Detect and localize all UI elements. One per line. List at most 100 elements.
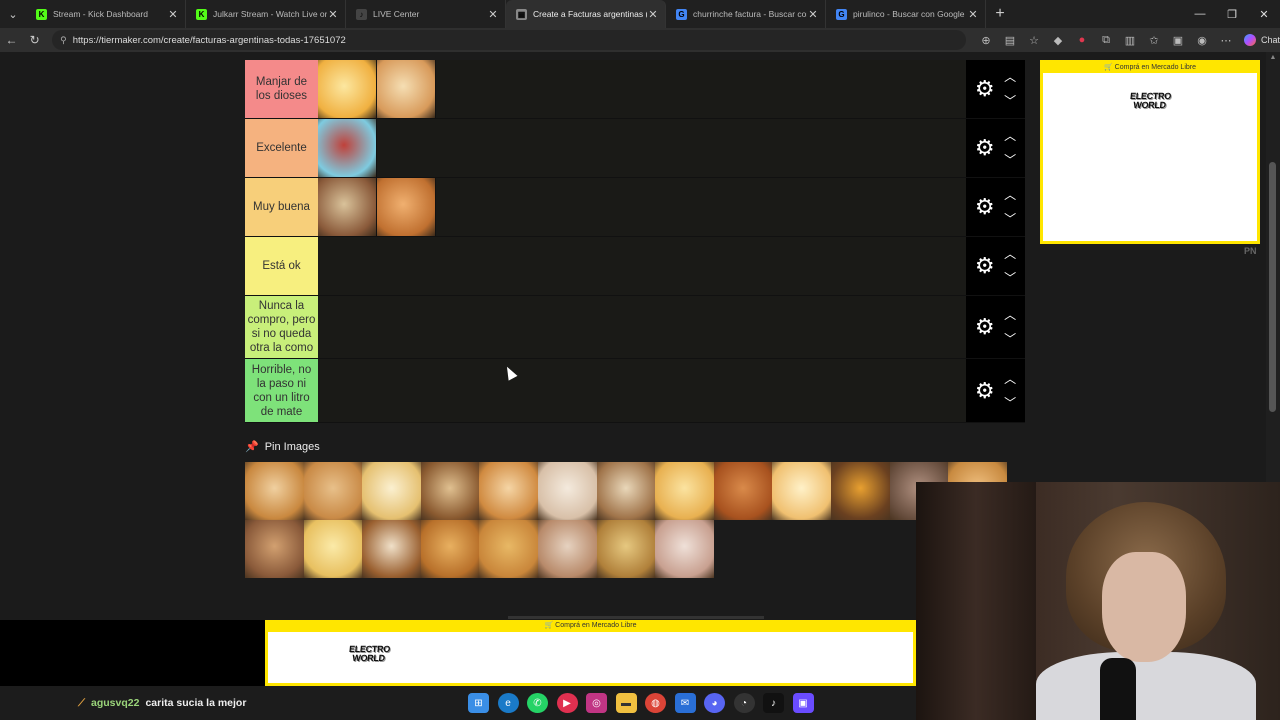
chevron-up-icon[interactable]: ︿: [1004, 248, 1016, 260]
edge-icon[interactable]: e: [497, 693, 519, 713]
tier-label[interactable]: Nunca la compro, pero si no queda otra l…: [245, 296, 318, 358]
profile-icon[interactable]: ◉: [1190, 34, 1214, 47]
browser-tab[interactable]: ♪ LIVE Center ✕: [346, 0, 506, 28]
pool-factura-image[interactable]: [245, 520, 304, 578]
tier-items-dropzone[interactable]: [318, 119, 966, 177]
pool-factura-image[interactable]: [362, 462, 421, 520]
pool-factura-image[interactable]: [713, 462, 773, 520]
copilot-chat-button[interactable]: Chat: [1244, 34, 1280, 46]
factura-image[interactable]: [377, 178, 436, 236]
browser-tab[interactable]: Gpirulinco - Buscar con Google ✕: [826, 0, 986, 28]
chevron-up-icon[interactable]: ︿: [1004, 309, 1016, 321]
more-icon[interactable]: ⋯: [1214, 34, 1238, 47]
chevron-down-icon[interactable]: ﹀: [1004, 95, 1016, 107]
tier-items-dropzone[interactable]: [318, 178, 966, 236]
chevron-down-icon[interactable]: ﹀: [1004, 397, 1016, 409]
collections-icon[interactable]: ▣: [1166, 34, 1190, 47]
browser-tab[interactable]: K Stream - Kick Dashboard ✕: [26, 0, 186, 28]
record-extension-icon[interactable]: ●: [1070, 34, 1094, 46]
bottom-ad-banner[interactable]: 🛒 Comprá en Mercado Libre ELECTRO WORLD: [265, 620, 916, 686]
chrome-icon[interactable]: ◍: [645, 693, 666, 713]
close-window-icon[interactable]: ✕: [1248, 0, 1280, 28]
gear-icon[interactable]: ⚙: [975, 196, 995, 218]
site-info-icon[interactable]: ⚲: [60, 35, 67, 46]
factura-image[interactable]: [318, 60, 377, 118]
tier-label[interactable]: Excelente: [245, 119, 318, 177]
horizontal-scroll-indicator[interactable]: [508, 616, 764, 619]
gear-icon[interactable]: ⚙: [975, 137, 995, 159]
tier-items-dropzone[interactable]: [318, 60, 966, 118]
media-player-icon[interactable]: ▶: [556, 693, 578, 713]
gear-icon[interactable]: ⚙: [975, 316, 995, 338]
tier-label[interactable]: Está ok: [245, 237, 318, 295]
restore-icon[interactable]: ❐: [1216, 0, 1248, 28]
pool-factura-image[interactable]: [596, 462, 656, 520]
reader-icon[interactable]: ▤: [998, 34, 1022, 47]
tier-label[interactable]: Horrible, no la paso ni con un litro de …: [245, 359, 318, 422]
close-tab-icon[interactable]: ✕: [487, 8, 499, 21]
pool-factura-image[interactable]: [537, 520, 597, 578]
pool-factura-image[interactable]: [362, 520, 421, 578]
chevron-down-icon[interactable]: ﹀: [1004, 272, 1016, 284]
pool-factura-image[interactable]: [303, 520, 363, 578]
scroll-up-icon[interactable]: ▲: [1266, 52, 1280, 64]
file-explorer-icon[interactable]: ▬: [615, 693, 637, 713]
reload-icon[interactable]: ↻: [23, 28, 46, 52]
url-field[interactable]: ⚲ https://tiermaker.com/create/facturas-…: [52, 30, 966, 50]
close-tab-icon[interactable]: ✕: [327, 8, 339, 21]
factura-image[interactable]: [318, 119, 377, 177]
favorite-icon[interactable]: ☆: [1022, 34, 1046, 47]
chevron-down-icon[interactable]: ﹀: [1004, 333, 1016, 345]
side-ad-banner[interactable]: 🛒 Comprá en Mercado Libre ELECTRO WORLD: [1040, 60, 1260, 244]
pool-factura-image[interactable]: [655, 462, 714, 520]
pool-factura-image[interactable]: [830, 462, 890, 520]
close-tab-icon[interactable]: ✕: [807, 8, 819, 21]
chevron-up-icon[interactable]: ︿: [1004, 373, 1016, 385]
close-tab-icon[interactable]: ✕: [647, 8, 659, 21]
tiktok-icon[interactable]: ♪: [763, 693, 784, 713]
factura-image[interactable]: [318, 178, 377, 236]
pool-factura-image[interactable]: [303, 462, 363, 520]
gear-icon[interactable]: ⚙: [975, 379, 995, 402]
instagram-icon[interactable]: ◎: [586, 693, 607, 713]
puzzle-icon[interactable]: ⧉: [1094, 34, 1118, 47]
pool-factura-image[interactable]: [655, 520, 714, 578]
close-tab-icon[interactable]: ✕: [167, 8, 179, 21]
tier-label[interactable]: Muy buena: [245, 178, 318, 236]
scrollbar-thumb[interactable]: [1269, 162, 1276, 412]
close-tab-icon[interactable]: ✕: [967, 8, 979, 21]
browser-tab[interactable]: ▦ Create a Facturas argentinas (TODAS)✕: [506, 0, 666, 28]
pool-factura-image[interactable]: [420, 462, 480, 520]
tier-label[interactable]: Manjar de los dioses: [245, 60, 318, 118]
minimize-icon[interactable]: —: [1184, 0, 1216, 28]
split-icon[interactable]: ▥: [1118, 34, 1142, 47]
pool-factura-image[interactable]: [537, 462, 597, 520]
tab-menu-icon[interactable]: ⌄: [0, 0, 26, 28]
discord-icon[interactable]: ◕: [704, 693, 725, 713]
obs-icon[interactable]: ◔: [733, 693, 755, 713]
chevron-down-icon[interactable]: ﹀: [1004, 154, 1016, 166]
gear-icon[interactable]: ⚙: [975, 255, 995, 277]
new-tab-icon[interactable]: +: [986, 0, 1014, 28]
mail-icon[interactable]: ✉: [674, 693, 696, 713]
extension-icon[interactable]: ◆: [1046, 34, 1070, 47]
factura-image[interactable]: [377, 60, 436, 118]
pool-factura-image[interactable]: [479, 520, 538, 578]
chevron-up-icon[interactable]: ︿: [1004, 189, 1016, 201]
browser-tab[interactable]: K Julkarr Stream - Watch Live on Kick✕: [186, 0, 346, 28]
pool-factura-image[interactable]: [420, 520, 480, 578]
tier-items-dropzone[interactable]: [318, 359, 966, 422]
pin-images-toggle[interactable]: 📌 Pin Images: [245, 440, 320, 454]
chevron-up-icon[interactable]: ︿: [1004, 130, 1016, 142]
whatsapp-icon[interactable]: ✆: [527, 693, 548, 713]
zoom-icon[interactable]: ⊕: [974, 34, 998, 47]
tier-items-dropzone[interactable]: [318, 237, 966, 295]
browser-tab[interactable]: Gchurrinche factura - Buscar con Google✕: [666, 0, 826, 28]
back-icon[interactable]: ←: [0, 28, 23, 52]
start-icon[interactable]: ⊞: [468, 693, 489, 713]
pool-factura-image[interactable]: [245, 462, 304, 520]
pool-factura-image[interactable]: [772, 462, 831, 520]
favorites-icon[interactable]: ✩: [1142, 34, 1166, 47]
pool-factura-image[interactable]: [596, 520, 656, 578]
tier-items-dropzone[interactable]: [318, 296, 966, 358]
